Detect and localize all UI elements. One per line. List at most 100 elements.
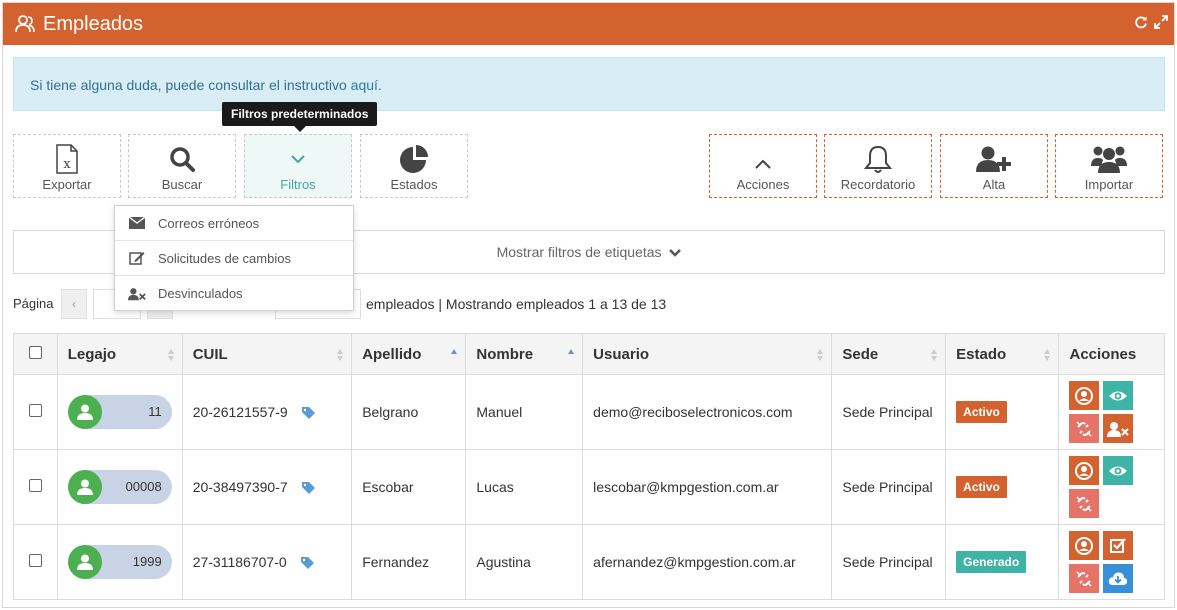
tag-icon[interactable] — [301, 482, 316, 495]
states-button[interactable]: Estados — [360, 134, 468, 198]
add-employee-button[interactable]: Alta — [940, 134, 1048, 198]
employees-table: Legajo CUIL Apellido Nombre Usuario Sede… — [13, 333, 1165, 600]
check-square-icon — [1110, 537, 1127, 553]
apellido-cell: Fernandez — [351, 524, 467, 600]
reminder-button[interactable]: Recordatorio — [824, 134, 932, 198]
nombre-cell: Manuel — [465, 374, 584, 450]
filter-change-requests[interactable]: Solicitudes de cambios — [115, 241, 353, 276]
panel-header: Empleados — [3, 3, 1174, 45]
view-button[interactable] — [1103, 381, 1134, 410]
search-button[interactable]: Buscar — [128, 134, 236, 198]
dismiss-button[interactable] — [1103, 414, 1134, 443]
cloud-download-icon — [1109, 571, 1128, 585]
column-header-estado[interactable]: Estado — [945, 333, 1060, 375]
filter-label: Correos erróneos — [158, 215, 260, 231]
row-checkbox[interactable] — [28, 404, 42, 417]
sede-cell: Sede Principal — [831, 449, 947, 525]
legajo-pill: 1999 — [67, 545, 172, 579]
states-label: Estados — [390, 177, 438, 192]
unlink-button[interactable] — [1069, 414, 1100, 443]
actions-button[interactable]: Acciones — [709, 134, 817, 198]
cuil-value: 20-38497390-7 — [192, 479, 288, 495]
users-icon — [1056, 144, 1162, 174]
row-select-cell — [13, 524, 58, 600]
alert-suffix: . — [377, 77, 382, 93]
tag-icon[interactable] — [300, 557, 315, 570]
employees-icon — [15, 15, 35, 33]
chevron-down-icon — [669, 249, 682, 257]
refresh-icon[interactable] — [1134, 15, 1148, 29]
nombre-cell: Lucas — [465, 449, 584, 525]
column-header-nombre[interactable]: Nombre — [465, 333, 584, 375]
user-avatar-icon — [67, 395, 102, 429]
legajo-cell: 00008 — [56, 449, 183, 525]
row-checkbox[interactable] — [28, 479, 42, 492]
sort-asc-icon — [568, 349, 575, 354]
profile-button[interactable] — [1069, 531, 1100, 560]
column-header-legajo[interactable]: Legajo — [56, 333, 183, 375]
filters-button[interactable]: Filtros — [244, 134, 352, 198]
profile-button[interactable] — [1069, 456, 1100, 485]
tag-filters-label: Mostrar filtros de etiquetas — [496, 244, 662, 260]
prev-page-button[interactable]: ‹ — [61, 289, 87, 319]
import-button[interactable]: Importar — [1055, 134, 1163, 198]
import-label: Importar — [1084, 177, 1134, 192]
user-circle-icon — [1075, 461, 1094, 480]
unlink-icon — [1076, 570, 1093, 587]
expand-icon[interactable] — [1154, 15, 1168, 29]
column-label: Usuario — [593, 345, 650, 363]
legajo-pill: 11 — [67, 395, 172, 429]
bell-icon — [825, 144, 931, 174]
unlink-button[interactable] — [1069, 489, 1100, 518]
instructions-link[interactable]: aquí — [351, 77, 378, 93]
alert-text: Si tiene alguna duda, puede consultar el… — [30, 77, 351, 93]
select-all-checkbox[interactable] — [28, 345, 42, 359]
estado-cell: Activo — [945, 374, 1060, 450]
user-plus-icon — [941, 144, 1047, 174]
add-employee-label: Alta — [982, 177, 1006, 192]
column-header-cuil[interactable]: CUIL — [181, 333, 353, 375]
filter-dismissed[interactable]: Desvinculados — [115, 276, 353, 311]
eye-icon — [1109, 466, 1128, 475]
unlink-button[interactable] — [1069, 564, 1100, 593]
table-row[interactable]: 1999 27-31186707-0 Fernandez Agustina af… — [13, 524, 1165, 600]
table-row[interactable]: 11 20-26121557-9 Belgrano Manuel demo@re… — [13, 374, 1165, 450]
apellido-cell: Escobar — [351, 449, 467, 525]
download-button[interactable] — [1103, 564, 1134, 593]
apellido-cell: Belgrano — [351, 374, 467, 450]
row-checkbox[interactable] — [28, 554, 42, 567]
filters-tooltip: Filtros predeterminados — [222, 102, 378, 132]
user-avatar-icon — [67, 545, 102, 579]
eye-icon — [1109, 391, 1128, 400]
acciones-cell — [1058, 374, 1165, 450]
export-button[interactable]: x Exportar — [13, 134, 121, 198]
user-avatar-icon — [67, 470, 102, 504]
view-button[interactable] — [1103, 456, 1134, 485]
column-label: Apellido — [362, 345, 422, 363]
approve-button[interactable] — [1103, 531, 1134, 560]
column-label: Estado — [956, 345, 1007, 363]
column-label: Acciones — [1069, 345, 1137, 363]
column-label: Nombre — [476, 345, 534, 363]
filter-wrong-emails[interactable]: Correos erróneos — [115, 206, 353, 241]
column-header-apellido[interactable]: Apellido — [351, 333, 467, 375]
estado-cell: Generado — [945, 524, 1060, 600]
acciones-cell — [1058, 524, 1165, 600]
chevron-up-icon — [710, 149, 816, 179]
pie-chart-icon — [361, 144, 467, 174]
column-label: CUIL — [192, 345, 228, 363]
column-header-usuario[interactable]: Usuario — [582, 333, 833, 375]
chevron-down-icon — [245, 144, 351, 174]
column-header-acciones: Acciones — [1058, 333, 1165, 375]
search-icon — [129, 144, 235, 174]
column-header-sede[interactable]: Sede — [831, 333, 947, 375]
table-row[interactable]: 00008 20-38497390-7 Escobar Lucas lescob… — [13, 449, 1165, 525]
svg-text:x: x — [63, 157, 71, 172]
filters-label: Filtros — [280, 177, 316, 192]
tag-icon[interactable] — [301, 407, 316, 420]
unlink-icon — [1076, 420, 1093, 437]
profile-button[interactable] — [1069, 381, 1100, 410]
sede-cell: Sede Principal — [831, 524, 947, 600]
sede-cell: Sede Principal — [831, 374, 947, 450]
estado-cell: Activo — [945, 449, 1060, 525]
